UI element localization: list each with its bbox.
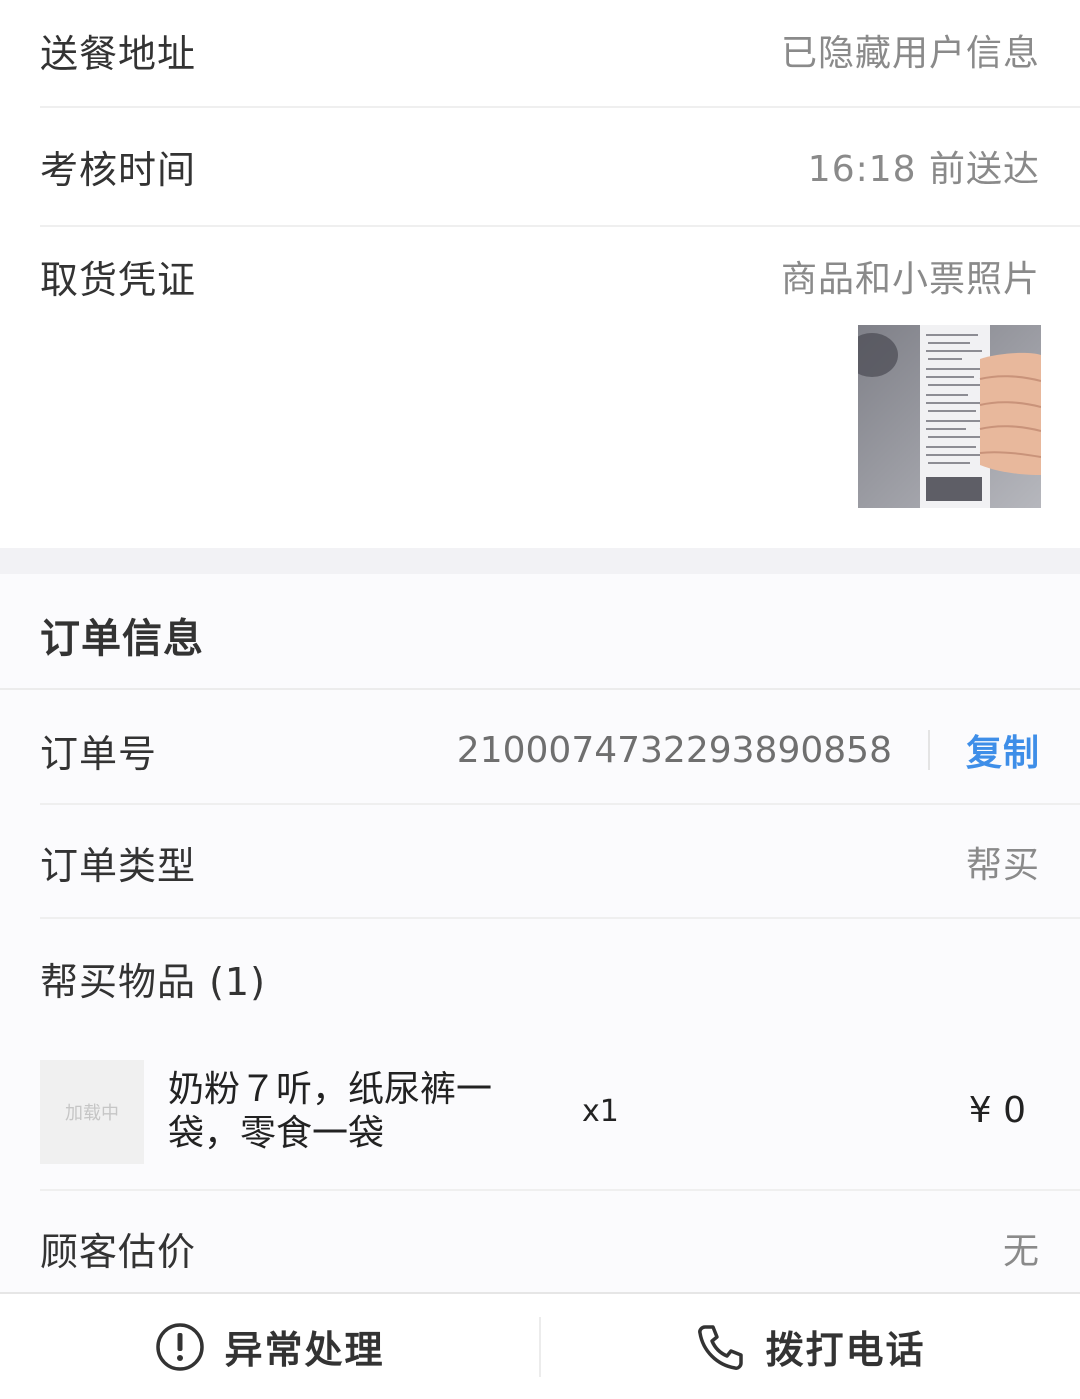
items-header-row: 帮买物品 (1) — [40, 946, 1040, 1010]
customer-estimate-row: 顾客估价 无 — [40, 1216, 1040, 1280]
check-time-value: 16:18 前送达 — [807, 149, 1040, 190]
order-info-title: 订单信息 — [40, 616, 204, 662]
section-gap — [0, 548, 1080, 574]
order-type-row: 订单类型 帮买 — [40, 830, 1040, 894]
order-type-value: 帮买 — [965, 845, 1040, 886]
copy-separator — [927, 730, 930, 770]
item-thumbnail: 加载中 — [40, 1060, 144, 1164]
order-info-background — [0, 574, 1080, 1292]
divider — [40, 917, 1080, 919]
order-number-group: 2100074732293890858 复制 — [457, 724, 1040, 776]
customer-estimate-label: 顾客估价 — [40, 1229, 197, 1274]
divider — [40, 1189, 1080, 1191]
divider — [0, 688, 1080, 690]
order-number-row: 订单号 2100074732293890858 复制 — [40, 718, 1040, 782]
pickup-proof-label: 取货凭证 — [40, 257, 197, 302]
receipt-photo-thumbnail[interactable] — [858, 325, 1041, 508]
divider — [40, 803, 1080, 805]
divider — [40, 106, 1080, 108]
item-quantity: x1 — [582, 1094, 619, 1129]
items-label: 帮买物品 (1) — [40, 959, 266, 1004]
customer-estimate-value: 无 — [1002, 1231, 1040, 1272]
exception-handling-label: 异常处理 — [224, 1328, 385, 1372]
exclamation-circle-icon — [154, 1321, 206, 1373]
pickup-proof-value: 商品和小票照片 — [780, 259, 1040, 300]
divider — [40, 225, 1080, 227]
receipt-photo-image — [858, 325, 1041, 508]
delivery-address-value: 已隐藏用户信息 — [780, 33, 1040, 74]
phone-icon — [695, 1321, 747, 1373]
check-time-row: 考核时间 16:18 前送达 — [40, 134, 1040, 198]
pickup-proof-row: 取货凭证 商品和小票照片 — [40, 244, 1040, 308]
exception-handling-button[interactable]: 异常处理 — [0, 1294, 539, 1399]
order-number-label: 订单号 — [40, 731, 158, 776]
order-type-label: 订单类型 — [40, 843, 197, 888]
delivery-address-row: 送餐地址 已隐藏用户信息 — [40, 18, 1040, 82]
call-phone-button[interactable]: 拨打电话 — [541, 1294, 1080, 1399]
item-name: 奶粉７听，纸尿裤一袋，零食一袋 — [168, 1069, 493, 1154]
delivery-address-label: 送餐地址 — [40, 31, 197, 76]
call-phone-label: 拨打电话 — [765, 1328, 926, 1372]
bottom-action-bar: 异常处理 拨打电话 — [0, 1292, 1080, 1399]
copy-button[interactable]: 复制 — [966, 724, 1040, 776]
item-thumbnail-loading-text: 加载中 — [65, 1103, 119, 1124]
item-price: ¥ 0 — [968, 1090, 1026, 1131]
check-time-label: 考核时间 — [40, 147, 197, 192]
order-number-value: 2100074732293890858 — [456, 729, 892, 771]
